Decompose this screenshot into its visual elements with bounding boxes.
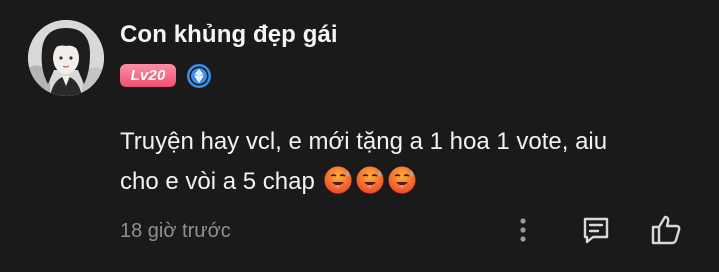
reply-button[interactable] [578,212,614,248]
more-options-button[interactable] [505,212,541,248]
comment-reply-icon [583,217,609,244]
username[interactable]: Con khủng đẹp gái [120,21,338,49]
comment-line-text: cho e vòi a 5 chap [120,168,315,195]
level-badge: Lv20 [120,64,176,87]
hot-face-emoji [388,166,416,194]
hot-face-emoji [324,166,352,194]
comment-line: Truyện hay vcl, e mới tặng a 1 hoa 1 vot… [120,128,608,155]
avatar[interactable] [28,20,104,96]
comment-timestamp: 18 giờ trước [120,220,231,242]
more-vertical-icon [520,218,526,242]
comment-line: cho e vòi a 5 chap [120,162,700,202]
like-button[interactable] [648,212,684,248]
thumbs-up-icon [651,215,681,245]
comment-card: Con khủng đẹp gái Lv20 Truyện hay vcl, e… [0,0,719,272]
comment-text: Truyện hay vcl, e mới tặng a 1 hoa 1 vot… [120,122,700,202]
hot-face-emoji [356,166,384,194]
diamond-rank-icon [186,63,212,89]
avatar-image [28,20,104,96]
